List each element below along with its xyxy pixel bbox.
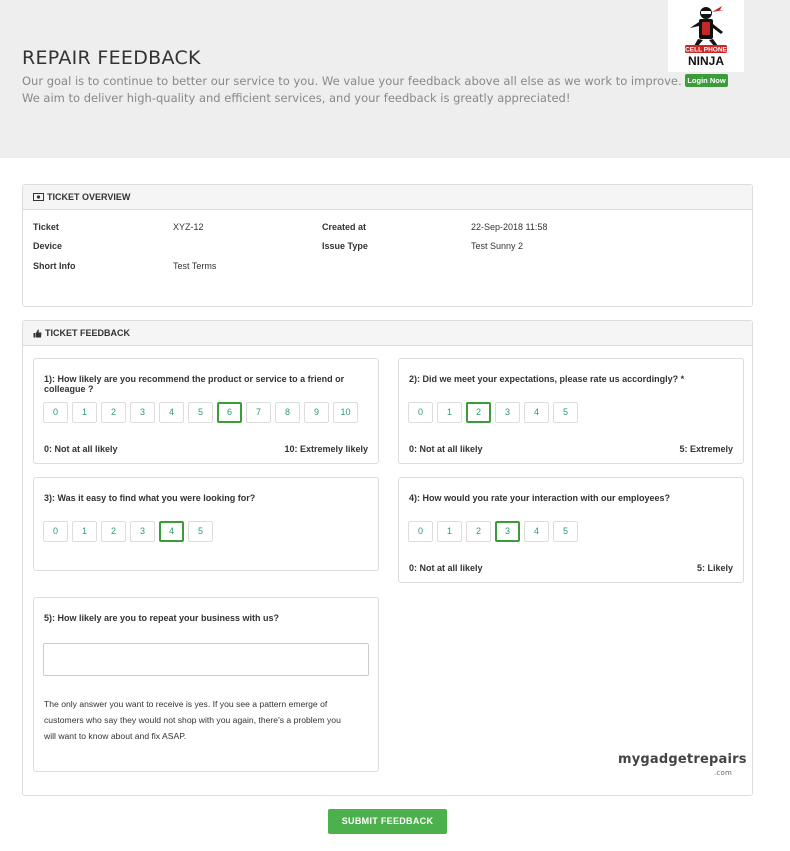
short-info-value: Test Terms: [173, 261, 217, 271]
watermark-suffix: .com: [714, 769, 732, 777]
ticket-overview-heading: TICKET OVERVIEW: [23, 185, 752, 210]
ticket-overview-panel: TICKET OVERVIEW Ticket XYZ-12 Device Sho…: [22, 184, 753, 307]
question-4-max-label: 5: Likely: [696, 563, 733, 573]
ticket-feedback-heading: TICKET FEEDBACK: [23, 321, 752, 346]
ticket-overview-title: TICKET OVERVIEW: [47, 191, 131, 202]
question-1-text: 1): How likely are you recommend the pro…: [44, 374, 345, 394]
question-1-card: 1): How likely are you recommend the pro…: [33, 358, 379, 464]
logo-text-bottom: NINJA: [688, 54, 724, 68]
rating-option-1[interactable]: 1: [72, 521, 97, 542]
question-4-scale: 012345: [408, 521, 578, 542]
question-5-answer-textarea[interactable]: [43, 643, 369, 676]
issue-type-label: Issue Type: [322, 241, 368, 251]
rating-option-3[interactable]: 3: [495, 402, 520, 423]
created-at-label: Created at: [322, 222, 367, 232]
ticket-feedback-title: TICKET FEEDBACK: [45, 327, 130, 338]
question-5-card: 5): How likely are you to repeat your bu…: [33, 597, 379, 772]
rating-option-5[interactable]: 5: [553, 402, 578, 423]
thumbs-up-icon: [33, 329, 42, 337]
rating-option-2[interactable]: 2: [101, 402, 126, 423]
issue-type-value: Test Sunny 2: [471, 241, 524, 251]
rating-option-0[interactable]: 0: [43, 521, 68, 542]
rating-option-1[interactable]: 1: [437, 402, 462, 423]
page-title: REPAIR FEEDBACK: [22, 47, 201, 69]
intro-line-1: Our goal is to continue to better our se…: [22, 74, 682, 88]
question-2-scale: 012345: [408, 402, 578, 423]
question-1-scale: 0 1 2 3 4 5 6 7 8 9 10: [43, 402, 358, 423]
logo-text-top: CELL PHONE: [685, 47, 727, 54]
rating-option-0[interactable]: 0: [43, 402, 68, 423]
rating-option-3[interactable]: 3: [495, 521, 520, 542]
question-4-card: 4): How would you rate your interaction …: [398, 477, 744, 583]
question-3-scale: 012345: [43, 521, 213, 542]
question-3-text: 3): Was it easy to find what you were lo…: [44, 493, 256, 503]
ticket-label: Ticket: [33, 222, 59, 232]
ticket-icon: [33, 193, 44, 201]
question-2-min-label: 0: Not at all likely: [409, 444, 483, 454]
rating-option-6[interactable]: 6: [217, 402, 242, 423]
rating-option-1[interactable]: 1: [437, 521, 462, 542]
question-2-text: 2): Did we meet your expectations, pleas…: [409, 374, 685, 384]
rating-option-8[interactable]: 8: [275, 402, 300, 423]
cell-phone-ninja-logo: CELL PHONE NINJA: [668, 0, 744, 72]
question-5-note: The only answer you want to receive is y…: [44, 699, 341, 741]
rating-option-2[interactable]: 2: [466, 402, 491, 423]
intro-line-2: We aim to deliver high-quality and effic…: [22, 91, 571, 105]
rating-option-4[interactable]: 4: [524, 521, 549, 542]
rating-option-4[interactable]: 4: [159, 521, 184, 542]
page-intro: Our goal is to continue to better our se…: [22, 73, 682, 107]
submit-feedback-button[interactable]: SUBMIT FEEDBACK: [328, 809, 447, 834]
question-5-text: 5): How likely are you to repeat your bu…: [44, 613, 280, 623]
rating-option-4[interactable]: 4: [159, 402, 184, 423]
question-1-min-label: 0: Not at all likely: [44, 444, 118, 454]
question-1-max-label: 10: Extremely likely: [284, 444, 368, 454]
question-3-card: 3): Was it easy to find what you were lo…: [33, 477, 379, 571]
rating-option-4[interactable]: 4: [524, 402, 549, 423]
question-4-text: 4): How would you rate your interaction …: [409, 493, 671, 503]
rating-option-9[interactable]: 9: [304, 402, 329, 423]
watermark-text: mygadgetrepairs: [618, 752, 747, 767]
rating-option-3[interactable]: 3: [130, 402, 155, 423]
short-info-label: Short Info: [33, 261, 76, 271]
rating-option-10[interactable]: 10: [333, 402, 358, 423]
mygadgetrepairs-watermark: mygadgetrepairs .com: [618, 752, 747, 777]
rating-option-0[interactable]: 0: [408, 402, 433, 423]
question-2-max-label: 5: Extremely: [679, 444, 733, 454]
rating-option-5[interactable]: 5: [553, 521, 578, 542]
ticket-value: XYZ-12: [173, 222, 204, 232]
rating-option-2[interactable]: 2: [466, 521, 491, 542]
login-now-button[interactable]: Login Now: [685, 74, 728, 87]
device-label: Device: [33, 241, 63, 251]
question-2-card: 2): Did we meet your expectations, pleas…: [398, 358, 744, 464]
question-4-min-label: 0: Not at all likely: [409, 563, 483, 573]
created-at-value: 22-Sep-2018 11:58: [471, 222, 548, 232]
rating-option-5[interactable]: 5: [188, 521, 213, 542]
ticket-feedback-panel: TICKET FEEDBACK 1): How likely are you r…: [22, 320, 753, 796]
rating-option-1[interactable]: 1: [72, 402, 97, 423]
rating-option-7[interactable]: 7: [246, 402, 271, 423]
rating-option-3[interactable]: 3: [130, 521, 155, 542]
rating-option-2[interactable]: 2: [101, 521, 126, 542]
rating-option-5[interactable]: 5: [188, 402, 213, 423]
rating-option-0[interactable]: 0: [408, 521, 433, 542]
